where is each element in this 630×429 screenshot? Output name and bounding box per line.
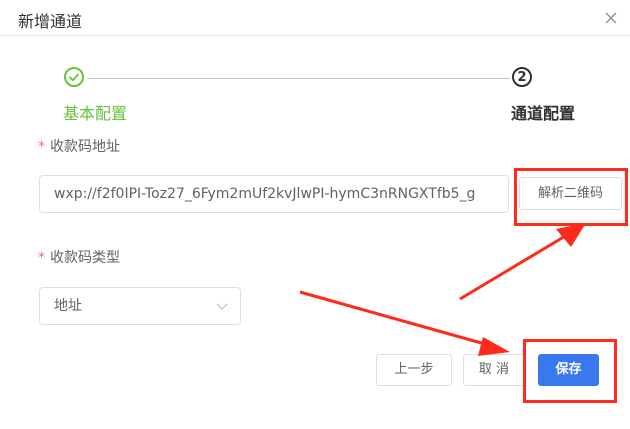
cancel-button[interactable]: 取 消 [463,354,525,386]
prev-step-button[interactable]: 上一步 [376,354,452,386]
arrow-line-1 [459,230,573,301]
type-select-value: 地址 [54,298,82,314]
annotation-arrows [299,223,586,356]
steps-connector-line [87,78,510,79]
dialog-title: 新增通道 [18,12,83,31]
chevron-down-icon [216,303,228,310]
step-1-circle [64,67,84,87]
step-2-label: 通道配置 [511,104,576,123]
address-label-row: * 收款码地址 [38,136,120,156]
close-icon[interactable] [604,11,618,25]
dialog-header: 新增通道 [0,0,630,36]
type-select[interactable]: 地址 [39,287,241,325]
type-label-row: * 收款码类型 [38,247,120,267]
step-2-circle: 2 [512,67,532,87]
parse-qrcode-button[interactable]: 解析二维码 [519,177,622,210]
type-label: 收款码类型 [50,250,120,266]
arrow-head-1 [556,223,586,247]
address-label: 收款码地址 [50,139,120,155]
save-button[interactable]: 保存 [538,354,599,386]
step-1-label: 基本配置 [63,104,128,123]
address-input[interactable] [39,175,509,213]
arrow-line-2 [299,290,493,348]
check-icon [69,73,79,82]
required-mark: * [38,250,45,266]
required-mark: * [38,139,45,155]
